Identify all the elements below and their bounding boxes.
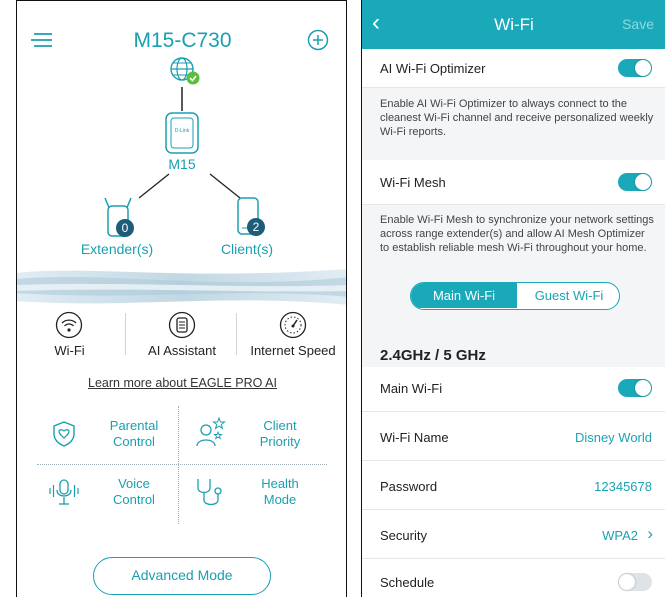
wifi-settings-screen: ‹ Wi-Fi Save AI Wi-Fi Optimizer Enable A… (361, 0, 665, 597)
wifi-mesh-label: Wi-Fi Mesh (380, 175, 446, 190)
features-grid: Parental Control Client Priority Voice C… (37, 406, 327, 526)
security-row[interactable]: Security WPA2 › (362, 510, 665, 559)
ai-assistant-icon (168, 311, 196, 339)
save-button[interactable]: Save (622, 16, 654, 32)
feature-health-line2: Mode (263, 492, 297, 507)
branch-lines (138, 173, 241, 199)
stethoscope-icon (197, 479, 222, 506)
grid-divider (37, 464, 327, 465)
quick-speed-label: Internet Speed (250, 343, 336, 358)
wifi-name-value[interactable]: Disney World (575, 430, 652, 445)
quick-ai-label: AI Assistant (148, 343, 216, 358)
feature-voice-line2: Control (113, 492, 155, 507)
schedule-row: Schedule (362, 559, 665, 597)
feature-parental-line1: Parental (109, 418, 159, 433)
password-label: Password (380, 479, 438, 494)
quick-internet-speed[interactable]: Internet Speed (238, 311, 346, 361)
password-value[interactable]: 12345678 (594, 479, 652, 494)
chevron-right-icon: › (647, 524, 653, 543)
device-title: M15-C730 (133, 29, 232, 52)
schedule-label: Schedule (380, 575, 435, 590)
feature-parental-line2: Control (113, 434, 155, 449)
toggle-knob (635, 60, 651, 76)
wifi-type-tabs: Main Wi-Fi Guest Wi-Fi (410, 282, 620, 310)
feature-client-line2: Priority (259, 434, 301, 449)
home-screen: M15-C730 D-Link M15 0 Extender(s) 2 Clie… (16, 0, 347, 597)
wifi-icon (55, 311, 83, 339)
wifi-mesh-description: Enable Wi-Fi Mesh to synchronize your ne… (380, 214, 654, 254)
ai-optimizer-toggle[interactable] (618, 59, 652, 77)
device-brand-text: D-Link (174, 128, 190, 134)
quick-wifi-label: Wi-Fi (54, 343, 85, 358)
feature-parental-control[interactable]: Parental Control (37, 406, 177, 464)
quick-ai-assistant[interactable]: AI Assistant (127, 311, 237, 361)
band-section-title: 2.4GHz / 5 GHz (380, 347, 486, 364)
header-bar: ‹ Wi-Fi Save (362, 0, 665, 49)
shield-heart-icon (53, 421, 75, 447)
feature-voice-line1: Voice (118, 476, 150, 491)
microphone-icon (49, 479, 79, 505)
password-row[interactable]: Password 12345678 (362, 461, 665, 510)
tab-main-wifi[interactable]: Main Wi-Fi (411, 283, 517, 308)
extender-label: Extender(s) (80, 241, 154, 257)
wifi-name-label: Wi-Fi Name (380, 430, 449, 445)
quick-divider (125, 313, 126, 355)
schedule-toggle[interactable] (618, 573, 652, 591)
toggle-knob (619, 574, 635, 590)
main-wifi-row: Main Wi-Fi (362, 367, 665, 412)
main-wifi-label: Main Wi-Fi (380, 381, 443, 396)
header-title: Wi-Fi (494, 15, 534, 34)
feature-client-line1: Client (263, 418, 297, 433)
feature-health-line1: Health (261, 476, 299, 491)
clients-node[interactable]: 2 Client(s) (207, 196, 287, 261)
clients-label: Client(s) (220, 241, 274, 257)
quick-divider (236, 313, 237, 355)
main-wifi-toggle[interactable] (618, 379, 652, 397)
client-star-icon (196, 416, 226, 447)
wifi-name-row[interactable]: Wi-Fi Name Disney World (362, 412, 665, 461)
feature-client-priority[interactable]: Client Priority (180, 406, 327, 464)
toggle-knob (635, 174, 651, 190)
wifi-mesh-row: Wi-Fi Mesh (362, 160, 665, 205)
advanced-mode-button[interactable]: Advanced Mode (93, 557, 271, 595)
wifi-mesh-toggle[interactable] (618, 173, 652, 191)
extender-node[interactable]: 0 Extender(s) (77, 196, 157, 261)
client-count-badge: 2 (252, 220, 260, 234)
ai-optimizer-label: AI Wi-Fi Optimizer (380, 61, 486, 76)
speedometer-icon (279, 311, 307, 339)
signal-wave-band (17, 269, 346, 305)
router-label: M15 (168, 156, 196, 172)
learn-more-link[interactable]: Learn more about EAGLE PRO AI (17, 376, 346, 390)
feature-health-mode[interactable]: Health Mode (180, 466, 327, 524)
security-value: WPA2 (602, 528, 638, 543)
add-icon[interactable] (307, 29, 329, 51)
internet-globe-icon[interactable] (167, 55, 203, 87)
extender-count-badge: 0 (121, 221, 129, 235)
tab-guest-wifi[interactable]: Guest Wi-Fi (517, 283, 619, 308)
quick-wifi[interactable]: Wi-Fi (17, 311, 122, 361)
feature-voice-control[interactable]: Voice Control (37, 466, 177, 524)
ai-optimizer-description: Enable AI Wi-Fi Optimizer to always conn… (380, 98, 654, 138)
grid-divider (178, 406, 179, 524)
ai-optimizer-row: AI Wi-Fi Optimizer (362, 49, 665, 88)
toggle-knob (635, 380, 651, 396)
security-label: Security (380, 528, 427, 543)
